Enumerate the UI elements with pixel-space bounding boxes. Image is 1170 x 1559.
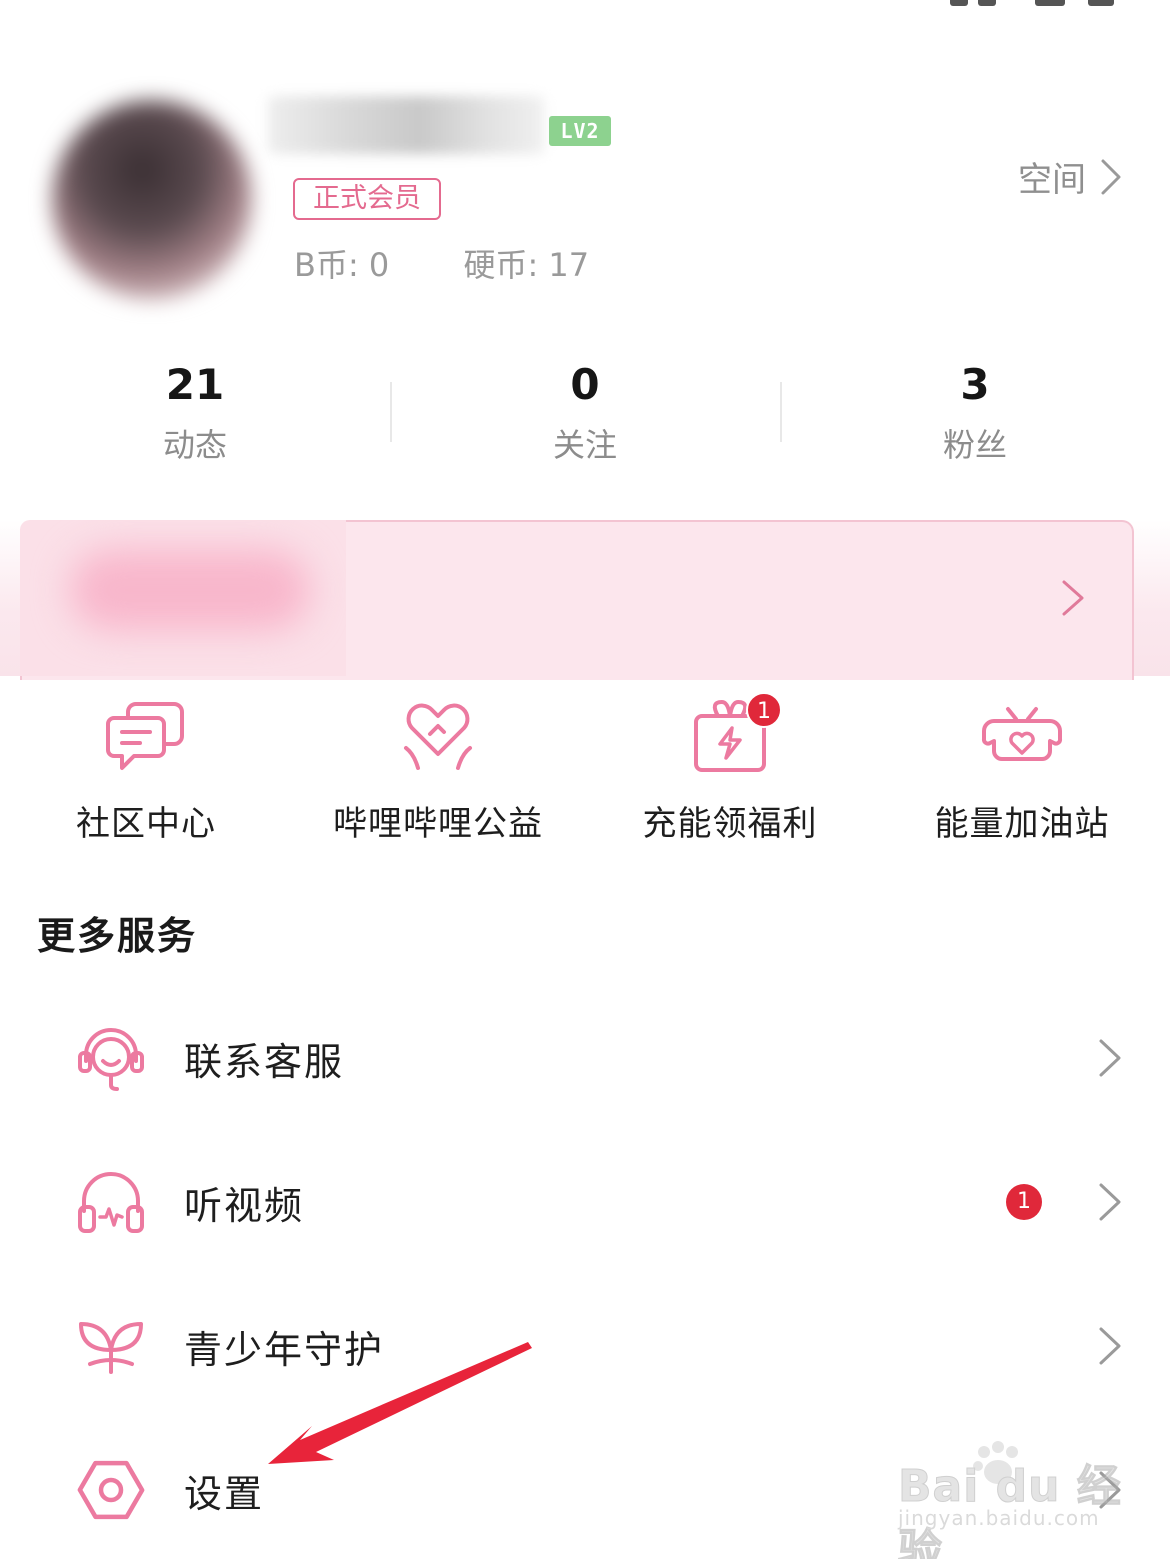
service-item-teen-protection[interactable]: 青少年守护	[0, 1286, 1170, 1406]
annotation-arrow	[268, 1342, 532, 1464]
status-bar-remnant	[810, 0, 1114, 8]
service-label: 听视频	[184, 1183, 305, 1228]
headset-service-icon	[78, 1028, 144, 1091]
chevron-right-icon	[1062, 580, 1084, 616]
tile-label: 社区中心	[76, 804, 216, 844]
gear-hexagon-icon	[77, 1460, 145, 1520]
watermark: Bai du 经验 jingyan.baidu.com	[892, 1440, 1122, 1559]
username-blurred[interactable]	[268, 96, 544, 154]
tile-label: 充能领福利	[642, 804, 818, 844]
stat-divider	[390, 382, 392, 442]
tv-heart-icon	[982, 707, 1062, 761]
stat-value: 0	[570, 360, 600, 409]
hard-coin-count: 硬币: 17	[463, 246, 590, 284]
chevron-right-icon	[1099, 1327, 1121, 1365]
service-label: 设置	[184, 1471, 265, 1516]
service-item-customer-service[interactable]: 联系客服	[0, 998, 1170, 1118]
tile-energy-station[interactable]: 能量加油站	[876, 686, 1168, 856]
service-label: 联系客服	[184, 1039, 345, 1084]
watermark-url: jingyan.baidu.com	[898, 1506, 1100, 1530]
vip-banner-blurred-content	[20, 520, 346, 676]
stat-label: 动态	[162, 426, 227, 464]
watermark-logo-text: Bai du 经验	[898, 1461, 1122, 1559]
chevron-right-icon	[1099, 1183, 1121, 1221]
stat-label: 粉丝	[942, 426, 1007, 464]
quick-tiles: 社区中心 哔哩哔哩公益 1 充能领福利 能量加油站	[0, 686, 1170, 856]
space-link-label: 空间	[1018, 160, 1086, 200]
headphones-icon	[78, 1172, 144, 1233]
notification-badge: 1	[1006, 1184, 1042, 1220]
stat-value: 21	[165, 360, 225, 409]
chevron-right-icon	[1099, 1039, 1121, 1077]
heart-hands-icon	[404, 703, 472, 770]
chevron-right-icon	[1101, 159, 1121, 194]
b-coin-count: B币: 0	[294, 246, 390, 284]
stat-value: 3	[960, 360, 990, 409]
sprout-icon	[79, 1322, 143, 1374]
stat-divider	[780, 382, 782, 442]
level-badge: LV2	[549, 116, 611, 146]
chat-bubbles-icon	[106, 702, 184, 770]
coin-balance: B币: 0 硬币: 17	[294, 240, 589, 286]
tile-bilibili-charity[interactable]: 哔哩哔哩公益	[292, 686, 584, 856]
avatar[interactable]	[52, 100, 252, 300]
section-title: 更多服务	[37, 914, 198, 958]
stat-fans[interactable]: 3 粉丝	[780, 355, 1170, 475]
stat-label: 关注	[552, 426, 617, 464]
tile-label: 哔哩哔哩公益	[333, 804, 543, 844]
tile-community-center[interactable]: 社区中心	[0, 686, 292, 856]
stats-row: 21 动态 0 关注 3 粉丝	[0, 355, 1170, 475]
tile-label: 能量加油站	[934, 804, 1110, 844]
service-item-listen-video[interactable]: 听视频 1	[0, 1142, 1170, 1262]
notification-badge: 1	[746, 692, 782, 728]
stat-following[interactable]: 0 关注	[390, 355, 780, 475]
stat-dynamics[interactable]: 21 动态	[0, 355, 390, 475]
tile-charge-rewards[interactable]: 1 充能领福利	[584, 686, 876, 856]
space-link[interactable]: 空间	[1018, 152, 1122, 201]
member-tag: 正式会员	[293, 178, 441, 220]
